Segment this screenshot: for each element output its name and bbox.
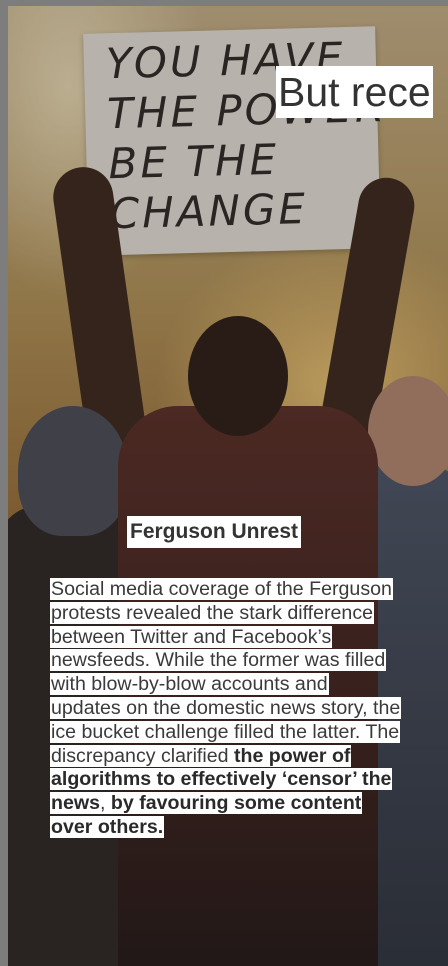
slide-frame: YOU HAVE THE POWER BE THE CHANGE But rec… xyxy=(0,0,448,966)
card-title: Ferguson Unrest xyxy=(127,516,302,548)
card-body: Social media coverage of the Ferguson pr… xyxy=(50,578,402,840)
card-body-comma: , xyxy=(100,792,106,815)
card-body-text: Social media coverage of the Ferguson pr… xyxy=(50,578,402,838)
headline: But rece xyxy=(276,66,433,118)
card-body-plain: Social media coverage of the Ferguson pr… xyxy=(51,578,401,767)
